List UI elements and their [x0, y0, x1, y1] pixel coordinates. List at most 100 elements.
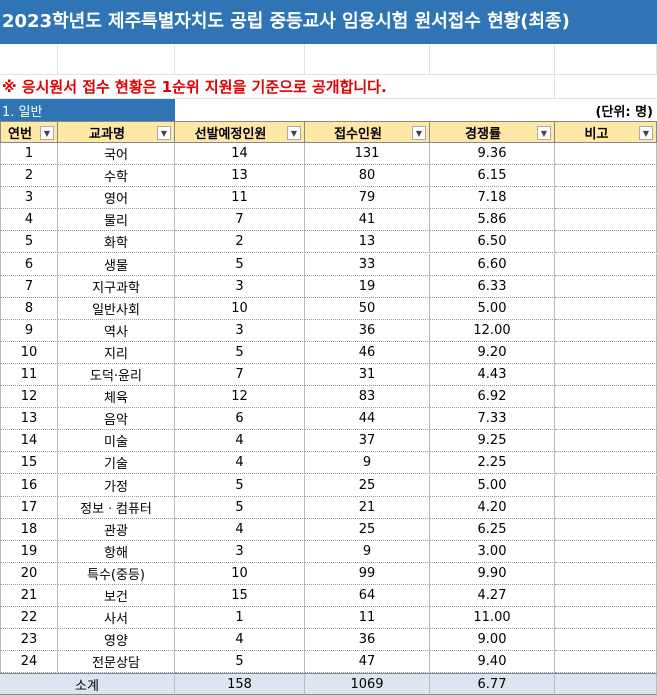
- applicant-count[interactable]: 36: [305, 629, 430, 652]
- planned-count[interactable]: 5: [175, 341, 305, 364]
- competition-ratio[interactable]: 5.86: [430, 209, 555, 232]
- applicant-count[interactable]: 13: [305, 231, 430, 254]
- total-ratio[interactable]: 6.77: [430, 673, 555, 695]
- planned-count[interactable]: 3: [175, 319, 305, 342]
- planned-count[interactable]: 14: [175, 143, 305, 166]
- notice-text[interactable]: ※ 응시원서 접수 현황은 1순위 지원을 기준으로 공개합니다.: [0, 75, 555, 99]
- filter-dropdown-icon[interactable]: ▼: [412, 126, 426, 140]
- row-number[interactable]: 6: [0, 253, 58, 276]
- planned-count[interactable]: 3: [175, 540, 305, 563]
- competition-ratio[interactable]: 6.15: [430, 165, 555, 188]
- header-cell[interactable]: 선발예정인원 ▼: [175, 121, 305, 143]
- applicant-count[interactable]: 36: [305, 319, 430, 342]
- subject-name[interactable]: 수학: [58, 165, 175, 188]
- planned-count[interactable]: 12: [175, 386, 305, 409]
- planned-count[interactable]: 5: [175, 474, 305, 497]
- total-note[interactable]: [555, 673, 657, 695]
- planned-count[interactable]: 1: [175, 607, 305, 630]
- applicant-count[interactable]: 25: [305, 474, 430, 497]
- subject-name[interactable]: 관광: [58, 518, 175, 541]
- total-applicants[interactable]: 1069: [305, 673, 430, 695]
- competition-ratio[interactable]: 4.27: [430, 585, 555, 608]
- row-number[interactable]: 16: [0, 474, 58, 497]
- row-number[interactable]: 2: [0, 165, 58, 188]
- competition-ratio[interactable]: 9.36: [430, 143, 555, 166]
- competition-ratio[interactable]: 6.25: [430, 518, 555, 541]
- note[interactable]: [555, 364, 657, 387]
- competition-ratio[interactable]: 9.90: [430, 562, 555, 585]
- applicant-count[interactable]: 11: [305, 607, 430, 630]
- subject-name[interactable]: 일반사회: [58, 297, 175, 320]
- subject-name[interactable]: 영양: [58, 629, 175, 652]
- note[interactable]: [555, 562, 657, 585]
- applicant-count[interactable]: 80: [305, 165, 430, 188]
- row-number[interactable]: 12: [0, 386, 58, 409]
- note[interactable]: [555, 253, 657, 276]
- planned-count[interactable]: 5: [175, 253, 305, 276]
- subject-name[interactable]: 지구과학: [58, 275, 175, 298]
- empty-cell[interactable]: [430, 44, 555, 75]
- planned-count[interactable]: 4: [175, 452, 305, 475]
- row-number[interactable]: 7: [0, 275, 58, 298]
- planned-count[interactable]: 5: [175, 651, 305, 674]
- header-cell[interactable]: 비고 ▼: [555, 121, 657, 143]
- applicant-count[interactable]: 83: [305, 386, 430, 409]
- planned-count[interactable]: 13: [175, 165, 305, 188]
- note[interactable]: [555, 341, 657, 364]
- row-number[interactable]: 13: [0, 408, 58, 431]
- planned-count[interactable]: 4: [175, 430, 305, 453]
- row-number[interactable]: 11: [0, 364, 58, 387]
- row-number[interactable]: 18: [0, 518, 58, 541]
- planned-count[interactable]: 11: [175, 187, 305, 210]
- applicant-count[interactable]: 99: [305, 562, 430, 585]
- note[interactable]: [555, 496, 657, 519]
- applicant-count[interactable]: 50: [305, 297, 430, 320]
- competition-ratio[interactable]: 9.25: [430, 430, 555, 453]
- applicant-count[interactable]: 64: [305, 585, 430, 608]
- competition-ratio[interactable]: 5.00: [430, 474, 555, 497]
- row-number[interactable]: 14: [0, 430, 58, 453]
- competition-ratio[interactable]: 11.00: [430, 607, 555, 630]
- note[interactable]: [555, 209, 657, 232]
- subject-name[interactable]: 미술: [58, 430, 175, 453]
- planned-count[interactable]: 7: [175, 364, 305, 387]
- subject-name[interactable]: 사서: [58, 607, 175, 630]
- competition-ratio[interactable]: 9.00: [430, 629, 555, 652]
- row-number[interactable]: 21: [0, 585, 58, 608]
- row-number[interactable]: 4: [0, 209, 58, 232]
- note[interactable]: [555, 143, 657, 166]
- title-bar[interactable]: 2023학년도 제주특별자치도 공립 중등교사 임용시험 원서접수 현황(최종): [0, 0, 657, 44]
- applicant-count[interactable]: 46: [305, 341, 430, 364]
- empty-cell[interactable]: [305, 44, 430, 75]
- subject-name[interactable]: 도덕·윤리: [58, 364, 175, 387]
- header-cell[interactable]: 경쟁률 ▼: [430, 121, 555, 143]
- subject-name[interactable]: 생물: [58, 253, 175, 276]
- applicant-count[interactable]: 19: [305, 275, 430, 298]
- section-label[interactable]: 1. 일반: [0, 99, 175, 121]
- filter-dropdown-icon[interactable]: ▼: [287, 126, 301, 140]
- competition-ratio[interactable]: 4.43: [430, 364, 555, 387]
- note[interactable]: [555, 607, 657, 630]
- subject-name[interactable]: 물리: [58, 209, 175, 232]
- applicant-count[interactable]: 44: [305, 408, 430, 431]
- subject-name[interactable]: 음악: [58, 408, 175, 431]
- competition-ratio[interactable]: 6.60: [430, 253, 555, 276]
- subject-name[interactable]: 영어: [58, 187, 175, 210]
- subject-name[interactable]: 지리: [58, 341, 175, 364]
- subject-name[interactable]: 보건: [58, 585, 175, 608]
- planned-count[interactable]: 10: [175, 297, 305, 320]
- total-planned[interactable]: 158: [175, 673, 305, 695]
- note[interactable]: [555, 386, 657, 409]
- row-number[interactable]: 1: [0, 143, 58, 166]
- competition-ratio[interactable]: 6.50: [430, 231, 555, 254]
- note[interactable]: [555, 540, 657, 563]
- note[interactable]: [555, 629, 657, 652]
- empty-cell[interactable]: [0, 44, 58, 75]
- planned-count[interactable]: 4: [175, 518, 305, 541]
- planned-count[interactable]: 2: [175, 231, 305, 254]
- subject-name[interactable]: 가정: [58, 474, 175, 497]
- applicant-count[interactable]: 9: [305, 452, 430, 475]
- applicant-count[interactable]: 131: [305, 143, 430, 166]
- note[interactable]: [555, 474, 657, 497]
- note[interactable]: [555, 319, 657, 342]
